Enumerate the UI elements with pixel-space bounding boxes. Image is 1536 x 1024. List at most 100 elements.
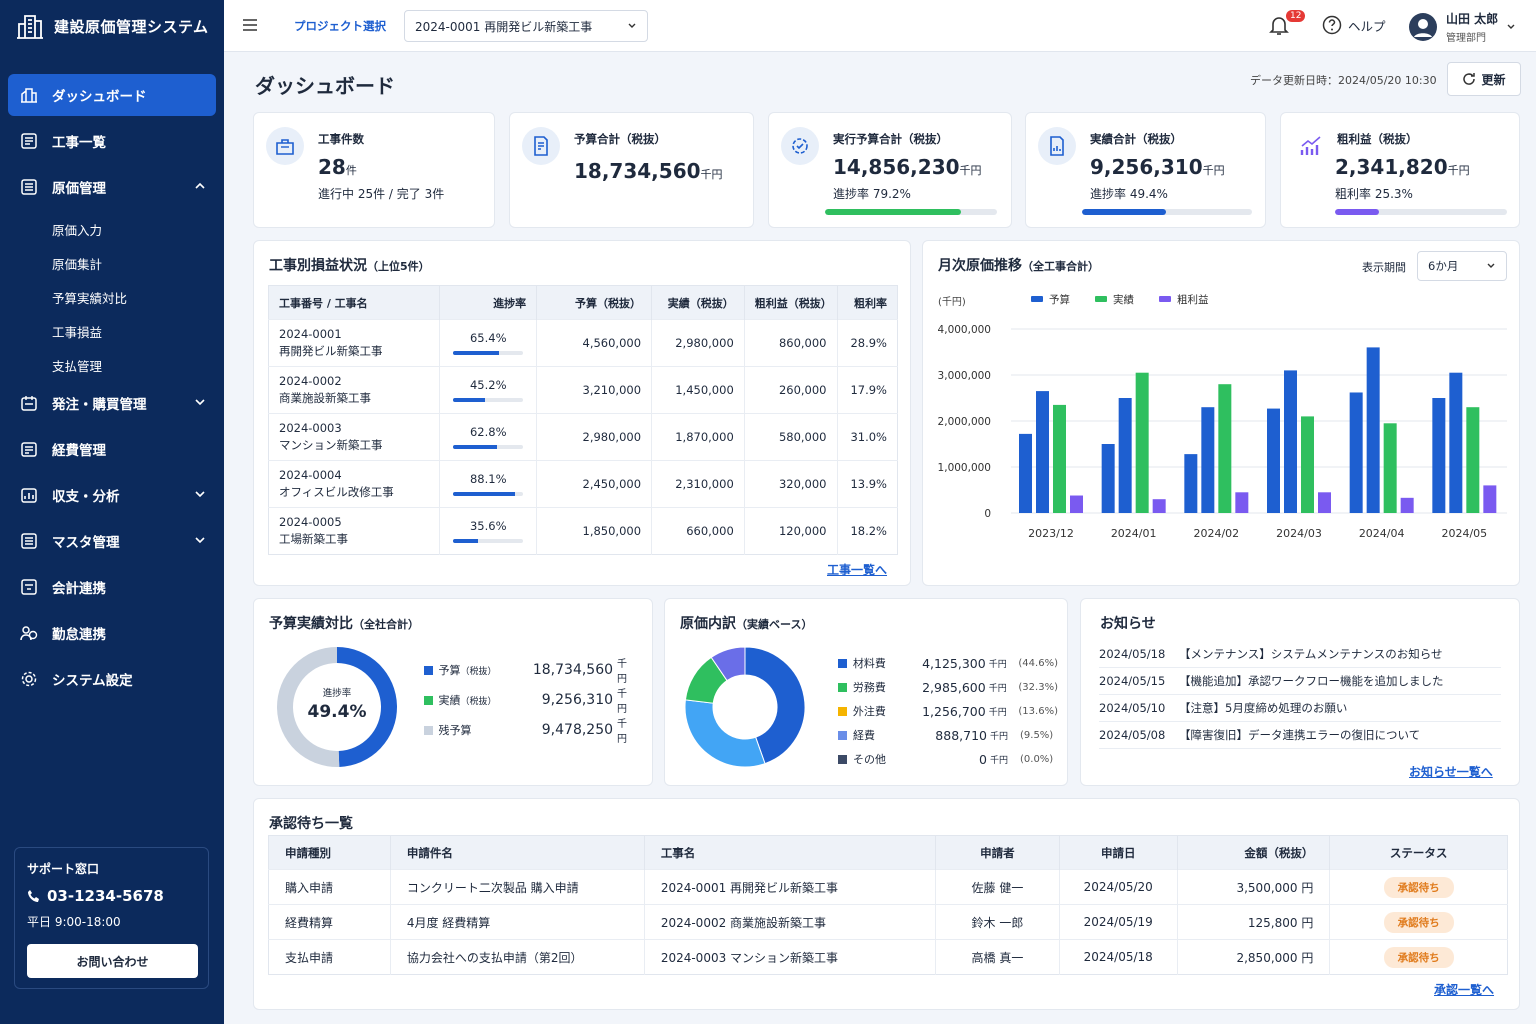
sidebar-item-master[interactable]: マスタ管理	[8, 520, 216, 562]
sidebar-subitem-budget-actual[interactable]: 予算実績対比	[0, 280, 224, 314]
progress-fill	[453, 539, 479, 543]
refresh-icon	[1463, 73, 1476, 85]
actual-cell: 2,980,000	[651, 319, 745, 367]
sidebar-item-label: 原価管理	[52, 181, 106, 197]
legend-label-note: （税抜）	[460, 667, 497, 677]
kpi-sub: 進捗率 79.2%	[833, 187, 911, 201]
approvals-list-link[interactable]: 承認一覧へ	[1434, 981, 1494, 998]
sidebar-item-attendance[interactable]: 勤怠連携	[8, 612, 216, 654]
column-header: 金額（税抜）	[1176, 835, 1330, 870]
sidebar-item-orders[interactable]: 発注・購買管理	[8, 382, 216, 424]
help-button[interactable]: ヘルプ	[1322, 15, 1386, 35]
sidebar-item-label: 発注・購買管理	[52, 397, 147, 413]
bar-extra	[1101, 444, 1115, 513]
table-row[interactable]: 支払申請 協力会社への支払申請（第2回） 2024-0003 マンション新築工事 高橋…	[268, 939, 1508, 975]
sidebar-subitem-payment[interactable]: 支払管理	[0, 348, 224, 382]
period-select[interactable]: 6か月	[1417, 251, 1507, 281]
kpi-value: 28件	[318, 155, 357, 179]
news-item[interactable]: 2024/05/15 【機能追加】承認ワークフロー機能を追加しました	[1099, 668, 1501, 695]
news-item[interactable]: 2024/05/08 【障害復旧】データ連携エラーの復旧について	[1099, 722, 1501, 749]
table-row[interactable]: 経費精算 4月度 経費精算 2024-0002 商業施設新築工事 鈴木 一郎 2024/…	[268, 904, 1508, 940]
project-number: 2024-0002	[279, 374, 342, 388]
project-select-label: プロジェクト選択	[294, 19, 386, 33]
column-header: ステータス	[1329, 835, 1508, 870]
analysis-icon	[21, 488, 37, 503]
kpi-card-budget: 予算合計（税抜） 18,734,560千円	[509, 112, 754, 228]
gear-check-icon	[781, 127, 819, 165]
progress-value: 88.1%	[469, 472, 507, 486]
kpi-unit: 千円	[959, 164, 982, 177]
contact-button[interactable]: お問い合わせ	[27, 944, 198, 978]
sidebar-subitem-project-profit[interactable]: 工事損益	[0, 314, 224, 348]
progress-indicator: 65.4%	[450, 331, 526, 355]
news-list-link[interactable]: お知らせ一覧へ	[1409, 763, 1493, 780]
progress-cell: 62.8%	[439, 413, 537, 461]
sidebar-item-label: 経費管理	[52, 443, 106, 459]
table-row[interactable]: 2024-0001 再開発ビル新築工事 65.4% 4,560,000 2,980,00…	[268, 319, 898, 367]
bar-budget	[1118, 398, 1132, 513]
sidebar-item-label: 会計連携	[52, 581, 106, 597]
sidebar-subitem-cost-input[interactable]: 原価入力	[0, 212, 224, 246]
x-tick-label: 2024/01	[1111, 527, 1157, 540]
expense-icon	[21, 442, 37, 457]
notification-badge: 12	[1286, 10, 1306, 22]
legend-value: 888,710	[935, 727, 987, 743]
sidebar-item-dashboard[interactable]: ダッシュボード	[8, 74, 216, 116]
app-logo[interactable]: 建設原価管理システム	[16, 12, 209, 40]
sidebar-nav: ダッシュボード 工事一覧 原価管理 原価入力 原価集計 予算実績対比 工事損益 …	[0, 74, 224, 704]
kpi-number: 2,341,820	[1335, 155, 1448, 179]
legend-row: その他 0 千円 (0.0%)	[838, 751, 1058, 767]
refresh-button[interactable]: 更新	[1447, 62, 1521, 96]
menu-icon[interactable]	[242, 17, 258, 33]
progress-cell: 65.4%	[439, 319, 537, 367]
monthly-cost-title: 月次原価推移（全工事合計）	[938, 255, 1099, 275]
progress-cell: 45.2%	[439, 366, 537, 414]
kpi-progress-bar	[1082, 209, 1252, 215]
legend-value: 0	[979, 751, 987, 767]
legend-label: 予算（税抜）	[439, 662, 517, 678]
type-cell: 購入申請	[268, 869, 391, 905]
legend-label: 実績（税抜）	[439, 692, 517, 708]
legend-row: 予算（税抜） 18,734,560 千円	[424, 655, 636, 685]
type-cell: 支払申請	[268, 939, 391, 975]
list-icon	[21, 133, 37, 149]
kpi-progress-fill	[1082, 209, 1166, 215]
news-item[interactable]: 2024/05/18 【メンテナンス】システムメンテナンスのお知らせ	[1099, 641, 1501, 668]
project-select[interactable]: 2024-0001 再開発ビル新築工事	[404, 10, 648, 42]
progress-cell: 88.1%	[439, 460, 537, 508]
project-list-link[interactable]: 工事一覧へ	[827, 561, 887, 578]
status-cell: 承認待ち	[1329, 904, 1508, 940]
bar-budget	[1284, 370, 1297, 513]
sidebar-item-analysis[interactable]: 収支・分析	[8, 474, 216, 516]
progress-bar	[453, 351, 524, 355]
kpi-card-actual: 実績合計（税抜） 9,256,310千円 進捗率 49.4%	[1025, 112, 1266, 228]
section-title-note: （全社合計）	[353, 618, 419, 631]
table-row[interactable]: 2024-0002 商業施設新築工事 45.2% 3,210,000 1,450,000…	[268, 366, 898, 414]
table-row[interactable]: 2024-0003 マンション新築工事 62.8% 2,980,000 1,870,00…	[268, 413, 898, 461]
sidebar-item-cost[interactable]: 原価管理	[8, 166, 216, 208]
sidebar-item-label: 収支・分析	[52, 489, 120, 505]
sidebar-item-expenses[interactable]: 経費管理	[8, 428, 216, 470]
order-icon	[21, 396, 37, 411]
user-menu[interactable]: 山田 太郎 管理部門	[1408, 10, 1516, 44]
progress-fill	[453, 398, 485, 402]
sidebar-item-accounting[interactable]: 会計連携	[8, 566, 216, 608]
table-row[interactable]: 2024-0005 工場新築工事 35.6% 1,850,000 660,000 120,…	[268, 507, 898, 555]
donut-center-value: 49.4%	[307, 702, 367, 722]
y-tick-label: 0	[984, 508, 991, 520]
bar-profit	[1070, 495, 1083, 513]
table-row[interactable]: 2024-0004 オフィスビル改修工事 88.1% 2,450,000 2,310,0…	[268, 460, 898, 508]
table-row[interactable]: 購入申請 コンクリート二次製品 購入申請 2024-0001 再開発ビル新築工事 佐藤…	[268, 869, 1508, 905]
rate-cell: 31.0%	[836, 413, 898, 461]
bar-profit	[1235, 492, 1249, 513]
sidebar-subitem-cost-summary[interactable]: 原価集計	[0, 246, 224, 280]
bar-actual	[1466, 407, 1480, 513]
chevron-down-icon	[628, 23, 636, 28]
sidebar-item-projects[interactable]: 工事一覧	[8, 120, 216, 162]
budget-cell: 2,450,000	[536, 460, 652, 508]
bar-actual	[1301, 416, 1314, 513]
master-icon	[21, 533, 37, 549]
news-item[interactable]: 2024/05/10 【注意】5月度締め処理のお願い	[1099, 695, 1501, 722]
sidebar-item-settings[interactable]: システム設定	[8, 658, 216, 700]
amount-cell: 3,500,000 円	[1176, 869, 1330, 905]
